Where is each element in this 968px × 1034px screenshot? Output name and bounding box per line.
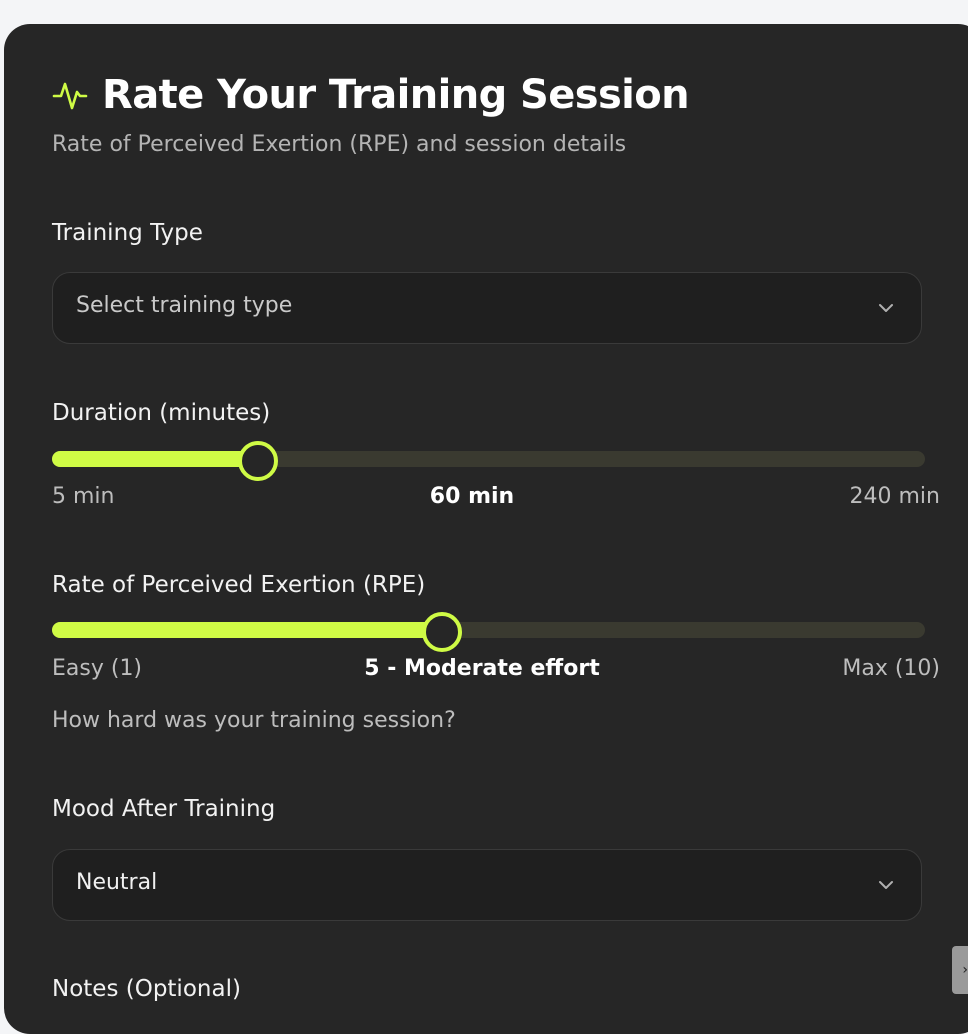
rpe-value: 5 - Moderate effort [364, 656, 600, 681]
training-type-select[interactable]: Select training type [52, 272, 922, 344]
training-type-placeholder: Select training type [76, 293, 293, 318]
rpe-min-label: Easy (1) [52, 656, 143, 681]
rpe-hint: How hard was your training session? [52, 708, 456, 733]
training-type-label: Training Type [52, 220, 203, 246]
duration-slider-thumb[interactable] [238, 441, 278, 481]
chevron-down-icon [879, 304, 893, 312]
page-title: Rate Your Training Session [102, 72, 690, 118]
mood-select[interactable]: Neutral [52, 849, 922, 921]
card-header: Rate Your Training Session [52, 72, 690, 118]
page-subtitle: Rate of Perceived Exertion (RPE) and ses… [52, 132, 627, 157]
duration-slider-fill [52, 451, 256, 467]
duration-max-label: 240 min [849, 484, 940, 509]
chevron-down-icon [879, 881, 893, 889]
rpe-max-label: Max (10) [842, 656, 940, 681]
duration-slider[interactable] [52, 441, 925, 481]
rpe-slider-fill [52, 622, 440, 638]
rpe-slider-thumb[interactable] [422, 612, 462, 652]
rpe-slider[interactable] [52, 612, 925, 652]
collapse-handle[interactable]: › [952, 946, 968, 994]
rpe-card: Rate Your Training Session Rate of Perce… [4, 24, 968, 1034]
mood-value: Neutral [76, 870, 158, 895]
notes-label: Notes (Optional) [52, 976, 241, 1002]
duration-min-label: 5 min [52, 484, 115, 509]
duration-label: Duration (minutes) [52, 400, 271, 426]
rpe-label: Rate of Perceived Exertion (RPE) [52, 572, 426, 598]
activity-pulse-icon [52, 82, 88, 110]
duration-value: 60 min [429, 484, 515, 509]
mood-label: Mood After Training [52, 796, 276, 822]
